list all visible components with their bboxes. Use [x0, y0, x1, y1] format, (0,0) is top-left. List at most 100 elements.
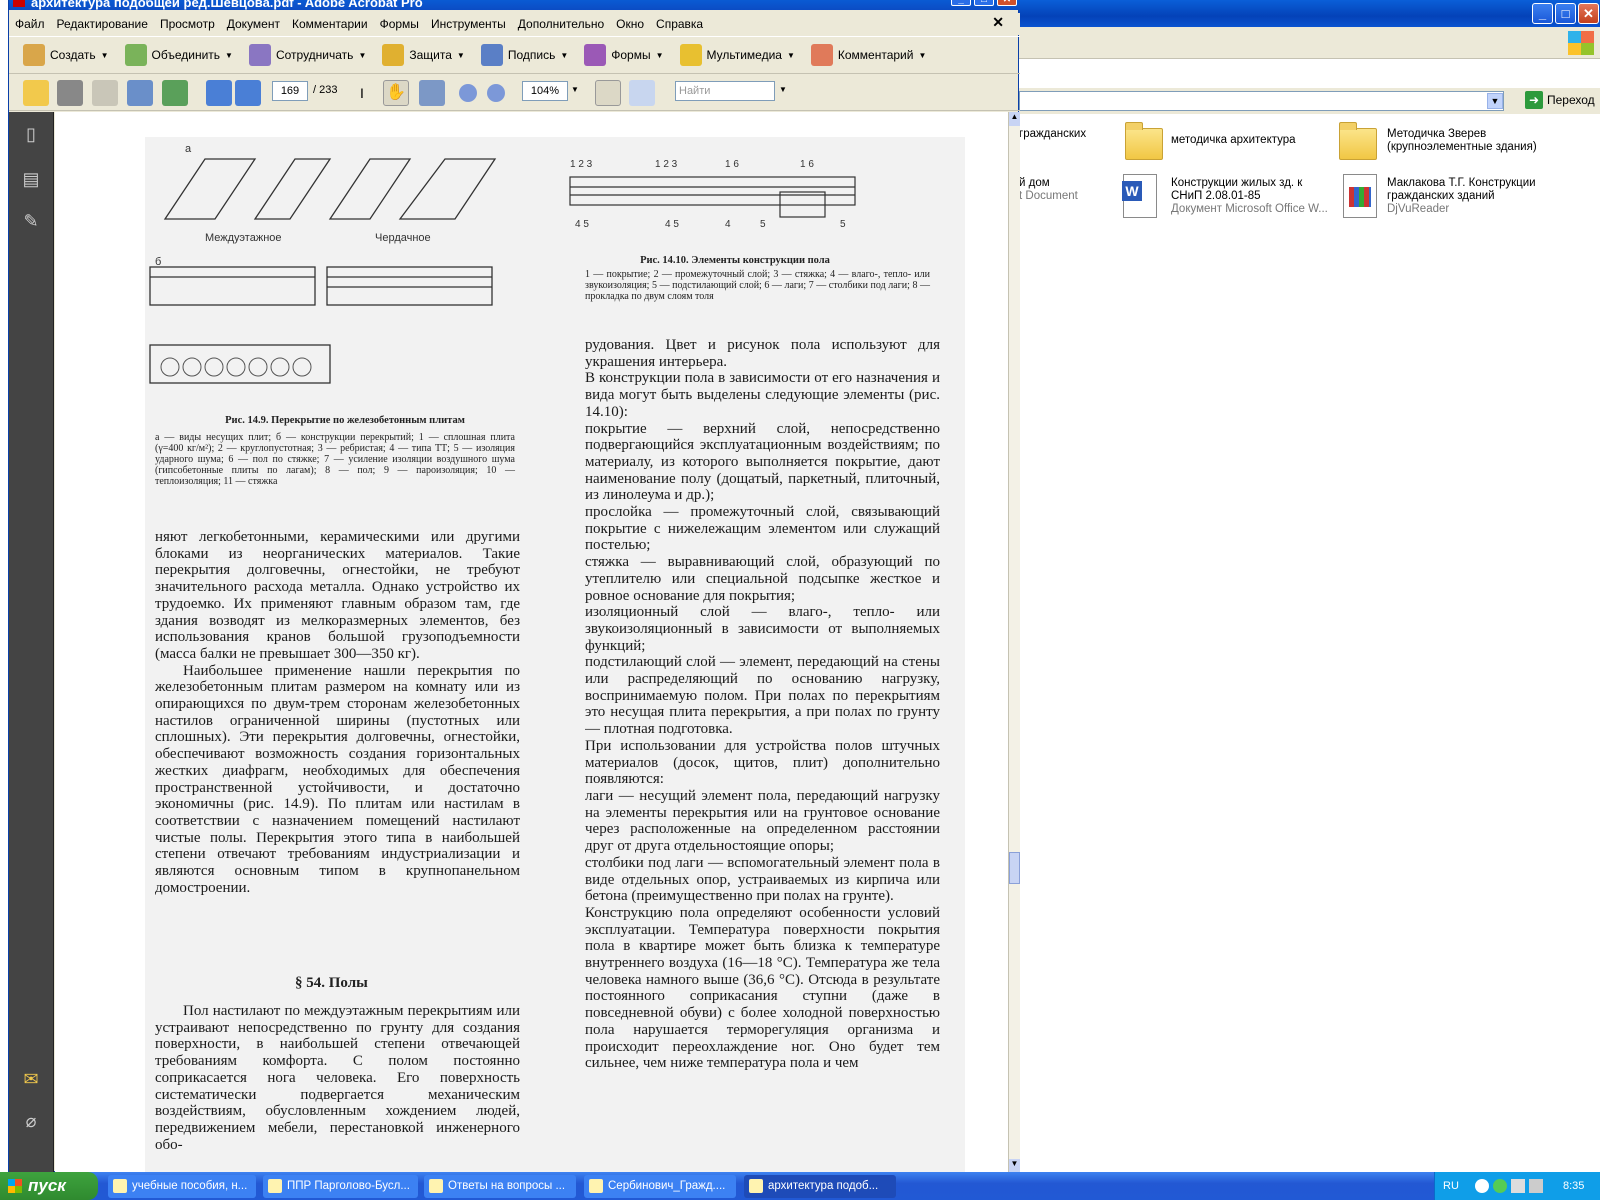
find-dropdown-icon[interactable]: ▼	[779, 85, 787, 94]
file-name: методичка архитектура	[1171, 134, 1296, 146]
zoom-input[interactable]: 104%	[522, 81, 568, 101]
clock[interactable]: 8:35	[1563, 1172, 1584, 1200]
multimedia-button[interactable]: Мультимедиа ▼	[679, 44, 795, 66]
menu-edit[interactable]: Редактирование	[57, 17, 148, 31]
scroll-thumb[interactable]	[1009, 852, 1020, 884]
create-label: Создать	[50, 48, 96, 62]
web-icon[interactable]	[162, 80, 188, 106]
language-indicator[interactable]: RU	[1443, 1172, 1459, 1200]
find-input[interactable]: Найти	[675, 81, 775, 101]
tray-icon[interactable]	[1475, 1179, 1489, 1193]
right-column: рудования. Цвет и рисунок пола использую…	[585, 337, 940, 1072]
go-arrow-icon: ➜	[1525, 91, 1543, 109]
file-item[interactable]: Маклакова Т.Г. Конструкции гражданских з…	[1387, 177, 1587, 216]
explorer-titlebar: _ □ ✕	[1019, 0, 1600, 27]
tray-icon[interactable]	[1493, 1179, 1507, 1193]
file-name: гражданских	[1019, 128, 1087, 140]
save-icon[interactable]	[92, 80, 118, 106]
maximize-button[interactable]: □	[1555, 3, 1576, 24]
go-button[interactable]: ➜ Переход	[1525, 91, 1595, 109]
menu-advanced[interactable]: Дополнительно	[518, 17, 604, 31]
sign-label: Подпись	[507, 48, 556, 62]
taskbar-item[interactable]: Ответы на вопросы ...	[424, 1175, 576, 1198]
minimize-button[interactable]: _	[951, 0, 971, 6]
create-button[interactable]: Создать ▼	[23, 44, 109, 66]
file-item[interactable]: Методичка Зверев (крупноэлементные здани…	[1387, 128, 1587, 154]
comments-icon[interactable]: ✉	[19, 1067, 43, 1091]
taskbar-item[interactable]: ППР Парголово-Бусл...	[263, 1175, 418, 1198]
system-tray: RU 8:35	[1434, 1172, 1600, 1200]
scroll-down-icon[interactable]: ▼	[1009, 1159, 1020, 1173]
address-input[interactable]: ▼	[1019, 91, 1504, 111]
folder-icon[interactable]	[1125, 122, 1163, 160]
collaborate-button[interactable]: Сотрудничать ▼	[248, 44, 367, 66]
taskbar-item-active[interactable]: архитектура подоб...	[744, 1175, 896, 1198]
djvu-document-icon[interactable]	[1343, 174, 1377, 218]
signatures-icon[interactable]: ✎	[19, 209, 43, 233]
document-viewer[interactable]: а б Междуэтажное Чердачное Рис. 14.9. Пе…	[55, 112, 1008, 1173]
combine-button[interactable]: Объединить ▼	[124, 44, 233, 66]
taskbar-item[interactable]: Сербинович_Гражд....	[584, 1175, 736, 1198]
page-number-input[interactable]: 169	[272, 81, 308, 101]
close-button[interactable]: ✕	[997, 0, 1017, 6]
bookmarks-icon[interactable]: ▤	[19, 167, 43, 191]
file-item[interactable]: Конструкции жилых зд. к СНиП 2.08.01-85 Д…	[1171, 177, 1336, 216]
pages-icon[interactable]: ▯	[19, 122, 43, 146]
file-item[interactable]: й дом t Document	[1019, 177, 1078, 203]
figure-caption: Рис. 14.10. Элементы конструкции пола	[640, 255, 830, 266]
scroll-up-icon[interactable]: ▲	[1009, 112, 1020, 126]
menu-tools[interactable]: Инструменты	[431, 17, 506, 31]
minimize-button[interactable]: _	[1532, 3, 1553, 24]
previous-page-icon[interactable]	[206, 80, 232, 106]
menu-file[interactable]: Файл	[15, 17, 45, 31]
fit-page-icon[interactable]	[629, 80, 655, 106]
menu-comments[interactable]: Комментарии	[292, 17, 368, 31]
forms-icon	[584, 44, 607, 66]
figure-caption: Рис. 14.9. Перекрытие по железобетонным …	[225, 415, 465, 426]
tray-icon[interactable]	[1511, 1179, 1525, 1193]
select-tool-icon[interactable]: I	[349, 80, 375, 106]
print-icon[interactable]	[57, 80, 83, 106]
file-item[interactable]: гражданских	[1019, 128, 1086, 141]
zoom-dropdown-icon[interactable]: ▼	[571, 85, 579, 94]
file-item[interactable]: методичка архитектура	[1171, 134, 1331, 147]
vertical-scrollbar[interactable]: ▲ ▼	[1008, 112, 1020, 1173]
dropdown-arrow-icon: ▼	[358, 50, 367, 60]
menu-document[interactable]: Документ	[227, 17, 280, 31]
zoom-out-icon[interactable]	[459, 84, 477, 102]
sign-button[interactable]: Подпись ▼	[480, 44, 569, 66]
next-page-icon[interactable]	[235, 80, 261, 106]
maximize-button[interactable]: □	[974, 0, 994, 6]
volume-icon[interactable]	[1529, 1179, 1543, 1193]
close-document-icon[interactable]: ✕	[992, 14, 1004, 31]
left-column: няют легкобетонными, керамическими или д…	[155, 529, 520, 896]
acrobat-window: архитектура подобщей ред.Шевцова.pdf - A…	[8, 0, 1020, 1173]
svg-text:5: 5	[760, 219, 766, 230]
file-type: Документ Microsoft Office W...	[1171, 203, 1328, 215]
comment-button[interactable]: Комментарий ▼	[810, 44, 926, 66]
secure-button[interactable]: Защита ▼	[382, 44, 465, 66]
start-button[interactable]: пуск	[0, 1172, 98, 1200]
chevron-down-icon[interactable]: ▼	[1487, 93, 1503, 109]
window-title: архитектура подобщей ред.Шевцова.pdf - A…	[31, 0, 423, 10]
close-button[interactable]: ✕	[1578, 3, 1599, 24]
menu-help[interactable]: Справка	[656, 17, 703, 31]
menu-window[interactable]: Окно	[616, 17, 644, 31]
email-icon[interactable]	[127, 80, 153, 106]
folder-icon[interactable]	[1339, 122, 1377, 160]
attachments-icon[interactable]: ⌀	[19, 1109, 43, 1133]
open-icon[interactable]	[23, 80, 49, 106]
word-document-icon[interactable]: W	[1122, 174, 1157, 218]
dropdown-arrow-icon: ▼	[100, 50, 109, 60]
menu-forms[interactable]: Формы	[380, 17, 419, 31]
zoom-in-icon[interactable]	[487, 84, 505, 102]
hand-tool-icon[interactable]: ✋	[383, 80, 409, 106]
zoom-tool-icon[interactable]	[419, 80, 445, 106]
combine-icon	[124, 44, 147, 66]
fit-width-icon[interactable]	[595, 80, 621, 106]
taskbar-item[interactable]: учебные пособия, н...	[108, 1175, 256, 1198]
dropdown-arrow-icon: ▼	[560, 50, 569, 60]
file-type: t Document	[1019, 190, 1078, 202]
menu-view[interactable]: Просмотр	[160, 17, 215, 31]
forms-button[interactable]: Формы ▼	[584, 44, 664, 66]
